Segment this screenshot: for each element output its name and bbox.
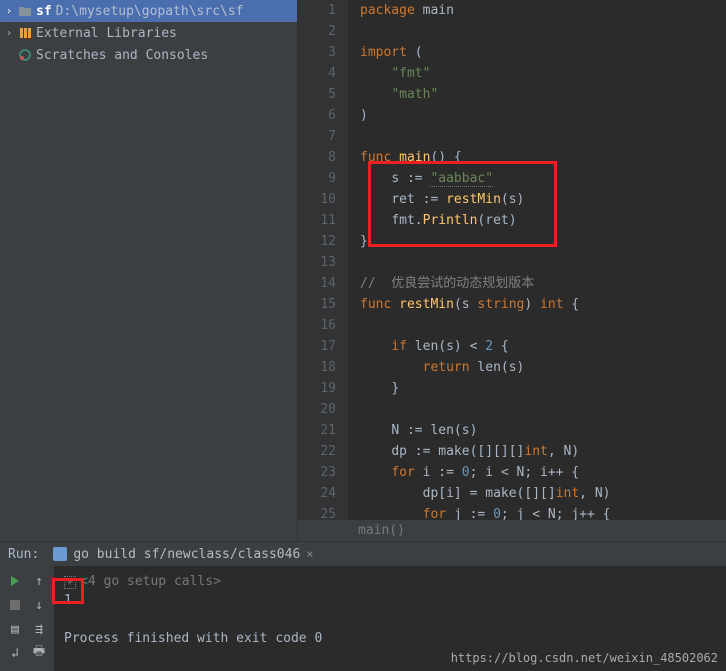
code-line[interactable] bbox=[360, 126, 726, 147]
run-toolbar: Run: go build sf/newclass/class046 × bbox=[0, 542, 726, 566]
code-editor[interactable]: 1 2 3 4 5 6 7 8 9 10 11 12 13 14 15 16 1… bbox=[298, 0, 726, 541]
watermark: https://blog.csdn.net/weixin_48502062 bbox=[451, 651, 718, 665]
code-body[interactable]: package main import ( "fmt" "math" ) fun… bbox=[348, 0, 726, 520]
line-number: 17 bbox=[298, 336, 336, 357]
line-number: 18 bbox=[298, 357, 336, 378]
code-line[interactable] bbox=[360, 399, 726, 420]
code-line[interactable]: dp := make([][][]int, N) bbox=[360, 441, 726, 462]
code-line[interactable]: func restMin(s string) int { bbox=[360, 294, 726, 315]
wrap-button[interactable]: ↲ bbox=[4, 642, 26, 664]
console-line[interactable]: Process finished with exit code 0 bbox=[64, 629, 716, 648]
line-number: 13 bbox=[298, 252, 336, 273]
tree-scratches[interactable]: Scratches and Consoles bbox=[0, 44, 297, 66]
line-number: 14 bbox=[298, 273, 336, 294]
code-line[interactable]: ret := restMin(s) bbox=[360, 189, 726, 210]
project-tree[interactable]: › sf D:\mysetup\gopath\src\sf › External… bbox=[0, 0, 298, 541]
scratch-icon bbox=[18, 48, 32, 62]
line-gutter[interactable]: 1 2 3 4 5 6 7 8 9 10 11 12 13 14 15 16 1… bbox=[298, 0, 348, 520]
code-line[interactable] bbox=[360, 21, 726, 42]
line-number: 20 bbox=[298, 399, 336, 420]
code-line[interactable]: return len(s) bbox=[360, 357, 726, 378]
line-number: 6 bbox=[298, 105, 336, 126]
stop-button[interactable] bbox=[4, 594, 26, 616]
code-line[interactable]: fmt.Println(ret) bbox=[360, 210, 726, 231]
code-line[interactable]: } bbox=[360, 231, 726, 252]
line-number: 25 bbox=[298, 504, 336, 520]
line-number: 22 bbox=[298, 441, 336, 462]
code-line[interactable]: for j := 0; j < N; j++ { bbox=[360, 504, 726, 520]
console-line[interactable]: +<4 go setup calls> bbox=[64, 572, 716, 591]
tree-item-label: Scratches and Consoles bbox=[36, 48, 208, 63]
code-line[interactable]: "fmt" bbox=[360, 63, 726, 84]
library-icon bbox=[18, 26, 32, 40]
line-number: 19 bbox=[298, 378, 336, 399]
line-number: 11 bbox=[298, 210, 336, 231]
folder-icon bbox=[18, 4, 32, 18]
line-number: 9 bbox=[298, 168, 336, 189]
code-line[interactable] bbox=[360, 252, 726, 273]
tree-project-root[interactable]: › sf D:\mysetup\gopath\src\sf bbox=[0, 0, 297, 22]
code-line[interactable]: // 优良尝试的动态规划版本 bbox=[360, 273, 726, 294]
line-number: 7 bbox=[298, 126, 336, 147]
print-button[interactable]: 🖶 bbox=[28, 642, 50, 664]
code-line[interactable] bbox=[360, 315, 726, 336]
run-tab[interactable]: go build sf/newclass/class046 × bbox=[47, 545, 319, 564]
code-line[interactable]: if len(s) < 2 { bbox=[360, 336, 726, 357]
code-line[interactable]: for i := 0; i < N; i++ { bbox=[360, 462, 726, 483]
line-number: 4 bbox=[298, 63, 336, 84]
go-icon bbox=[53, 547, 67, 561]
layout-button[interactable]: ▤ bbox=[4, 618, 26, 640]
code-line[interactable]: N := len(s) bbox=[360, 420, 726, 441]
highlight-box bbox=[52, 578, 84, 604]
line-number: 10 bbox=[298, 189, 336, 210]
run-tab-label: go build sf/newclass/class046 bbox=[73, 547, 300, 562]
breadcrumb[interactable]: main() bbox=[298, 520, 726, 541]
chevron-right-icon: › bbox=[4, 28, 14, 39]
chevron-right-icon: › bbox=[4, 6, 14, 17]
line-number: 3 bbox=[298, 42, 336, 63]
project-path: D:\mysetup\gopath\src\sf bbox=[56, 4, 244, 19]
code-line[interactable]: "math" bbox=[360, 84, 726, 105]
down-button[interactable]: ↓ bbox=[28, 594, 50, 616]
console-line[interactable] bbox=[64, 610, 716, 629]
line-number: 2 bbox=[298, 21, 336, 42]
line-number: 12 bbox=[298, 231, 336, 252]
code-line[interactable]: } bbox=[360, 378, 726, 399]
project-name: sf bbox=[36, 4, 52, 19]
line-number[interactable]: 8 bbox=[298, 147, 336, 168]
line-number: 23 bbox=[298, 462, 336, 483]
code-line[interactable]: dp[i] = make([][]int, N) bbox=[360, 483, 726, 504]
run-tool-buttons: ↑ ↓ ▤ ⇶ ↲ 🖶 bbox=[0, 566, 54, 671]
line-number: 16 bbox=[298, 315, 336, 336]
line-number: 21 bbox=[298, 420, 336, 441]
line-number: 1 bbox=[298, 0, 336, 21]
line-number: 24 bbox=[298, 483, 336, 504]
code-line[interactable]: ) bbox=[360, 105, 726, 126]
code-line[interactable]: package main bbox=[360, 0, 726, 21]
code-line[interactable]: import ( bbox=[360, 42, 726, 63]
run-label: Run: bbox=[8, 547, 39, 562]
code-line[interactable]: func main() { bbox=[360, 147, 726, 168]
line-number: 15 bbox=[298, 294, 336, 315]
console-line[interactable]: 1 bbox=[64, 591, 716, 610]
filter-button[interactable]: ⇶ bbox=[28, 618, 50, 640]
code-line[interactable]: s := "aabbac" bbox=[360, 168, 726, 189]
tree-item-label: External Libraries bbox=[36, 26, 177, 41]
close-icon[interactable]: × bbox=[306, 547, 313, 561]
line-number: 5 bbox=[298, 84, 336, 105]
rerun-button[interactable] bbox=[4, 570, 26, 592]
up-button[interactable]: ↑ bbox=[28, 570, 50, 592]
tree-external-libraries[interactable]: › External Libraries bbox=[0, 22, 297, 44]
console-output[interactable]: +<4 go setup calls> 1 Process finished w… bbox=[54, 566, 726, 671]
